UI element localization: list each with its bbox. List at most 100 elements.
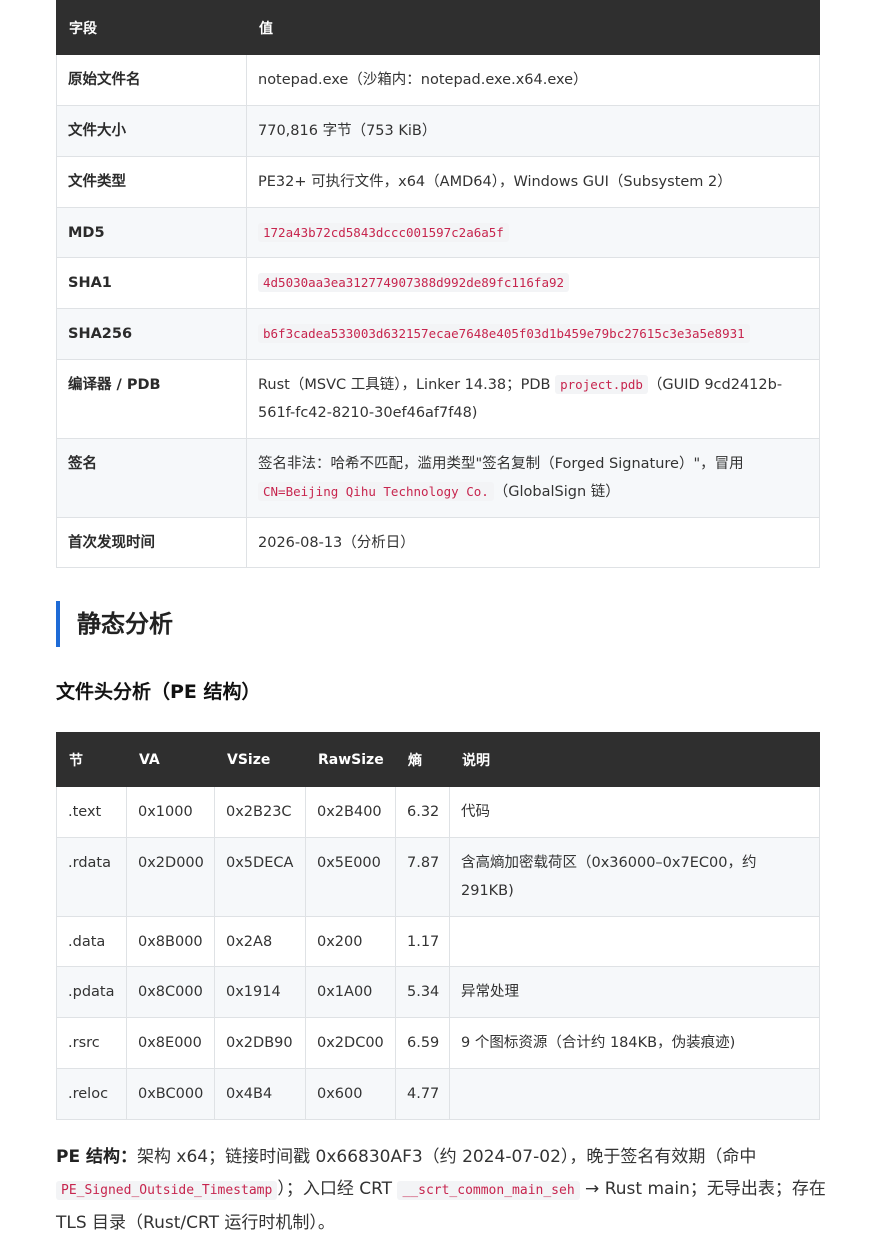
row-filesize: 文件大小 770,816 字节（753 KiB） <box>56 105 820 157</box>
pe-structure-paragraph: PE 结构：架构 x64；链接时间戳 0x66830AF3（约 2024-07-… <box>56 1141 826 1239</box>
section-description: 含高熵加密载荷区（0x36000–0x7EC00，约 291KB) <box>449 837 820 917</box>
section-rawsize: 0x200 <box>305 916 396 967</box>
table-row: .pdata 0x8C000 0x1914 0x1A00 5.34 异常处理 <box>56 966 820 1018</box>
key-sha1: SHA1 <box>56 257 247 309</box>
value-compiler: Rust（MSVC 工具链），Linker 14.38；PDB project.… <box>246 359 820 439</box>
section-name: .rsrc <box>56 1017 127 1069</box>
key-first-seen: 首次发现时间 <box>56 517 247 568</box>
pe-sections-table: 节 VA VSize RawSize 熵 说明 .text 0x1000 0x2… <box>56 732 820 1120</box>
section-rawsize: 0x600 <box>305 1068 396 1120</box>
row-sha1: SHA1 4d5030aa3ea312774907388d992de89fc11… <box>56 257 820 309</box>
file-info-section: 字段 值 原始文件名 notepad.exe（沙箱内：notepad.exe.x… <box>56 0 820 568</box>
column-header-section: 节 <box>56 732 127 787</box>
table-row: .text 0x1000 0x2B23C 0x2B400 6.32 代码 <box>56 786 820 838</box>
section-name: .data <box>56 916 127 967</box>
section-va: 0xBC000 <box>126 1068 215 1120</box>
signer-cn: CN=Beijing Qihu Technology Co. <box>258 482 494 501</box>
value-filesize: 770,816 字节（753 KiB） <box>246 105 820 157</box>
row-filename: 原始文件名 notepad.exe（沙箱内：notepad.exe.x64.ex… <box>56 54 820 106</box>
section-va: 0x8C000 <box>126 966 215 1018</box>
value-sha256: b6f3cadea533003d632157ecae7648e405f03d1b… <box>246 308 820 360</box>
column-header-field: 字段 <box>56 0 247 55</box>
row-signature: 签名 签名非法：哈希不匹配，滥用类型"签名复制（Forged Signature… <box>56 438 820 518</box>
section-entropy: 6.59 <box>395 1017 450 1069</box>
section-rawsize: 0x2B400 <box>305 786 396 838</box>
sections-header-row: 节 VA VSize RawSize 熵 说明 <box>56 732 820 787</box>
section-vsize: 0x1914 <box>214 966 306 1018</box>
key-filename: 原始文件名 <box>56 54 247 106</box>
row-first-seen: 首次发现时间 2026-08-13（分析日） <box>56 517 820 568</box>
section-description: 异常处理 <box>449 966 820 1018</box>
section-name: .reloc <box>56 1068 127 1120</box>
section-name: .pdata <box>56 966 127 1018</box>
value-sha1: 4d5030aa3ea312774907388d992de89fc116fa92 <box>246 257 820 309</box>
value-md5: 172a43b72cd5843dccc001597c2a6a5f <box>246 207 820 258</box>
column-header-value: 值 <box>246 0 820 55</box>
section-va: 0x8E000 <box>126 1017 215 1069</box>
yara-rule-code: PE_Signed_Outside_Timestamp <box>56 1181 278 1200</box>
pe-structure-text-2: ）；入口经 CRT <box>277 1179 398 1199</box>
sha1-hash: 4d5030aa3ea312774907388d992de89fc116fa92 <box>258 273 570 292</box>
pe-structure-colon: ： <box>120 1147 137 1167</box>
key-filetype: 文件类型 <box>56 156 247 208</box>
section-va: 0x2D000 <box>126 837 215 917</box>
key-filesize: 文件大小 <box>56 105 247 157</box>
signature-text: 签名非法：哈希不匹配，滥用类型"签名复制（Forged Signature）"，… <box>258 456 744 472</box>
row-md5: MD5 172a43b72cd5843dccc001597c2a6a5f <box>56 207 820 258</box>
key-signature: 签名 <box>56 438 247 518</box>
column-header-va: VA <box>126 732 215 787</box>
column-header-description: 说明 <box>449 732 820 787</box>
section-description: 9 个图标资源（合计约 184KB，伪装痕迹) <box>449 1017 820 1069</box>
section-vsize: 0x2A8 <box>214 916 306 967</box>
section-name: .text <box>56 786 127 838</box>
section-vsize: 0x5DECA <box>214 837 306 917</box>
section-vsize: 0x2B23C <box>214 786 306 838</box>
value-signature: 签名非法：哈希不匹配，滥用类型"签名复制（Forged Signature）"，… <box>246 438 820 518</box>
pdb-filename: project.pdb <box>555 375 648 394</box>
table-row: .data 0x8B000 0x2A8 0x200 1.17 <box>56 916 820 967</box>
column-header-entropy: 熵 <box>395 732 450 787</box>
table-row: .rsrc 0x8E000 0x2DB90 0x2DC00 6.59 9 个图标… <box>56 1017 820 1069</box>
section-rawsize: 0x1A00 <box>305 966 396 1018</box>
file-info-table: 字段 值 原始文件名 notepad.exe（沙箱内：notepad.exe.x… <box>56 0 820 568</box>
section-entropy: 7.87 <box>395 837 450 917</box>
compiler-text: Rust（MSVC 工具链），Linker 14.38；PDB <box>258 377 556 393</box>
signature-chain: （GlobalSign 链） <box>493 484 620 500</box>
section-va: 0x8B000 <box>126 916 215 967</box>
row-compiler: 编译器 / PDB Rust（MSVC 工具链），Linker 14.38；PD… <box>56 359 820 439</box>
key-sha256: SHA256 <box>56 308 247 360</box>
md5-hash: 172a43b72cd5843dccc001597c2a6a5f <box>258 222 509 242</box>
row-sha256: SHA256 b6f3cadea533003d632157ecae7648e40… <box>56 308 820 360</box>
sha256-hash: b6f3cadea533003d632157ecae7648e405f03d1b… <box>258 324 750 343</box>
table-row: .rdata 0x2D000 0x5DECA 0x5E000 7.87 含高熵加… <box>56 837 820 917</box>
section-heading: 静态分析 <box>56 601 356 647</box>
section-description <box>449 916 820 967</box>
section-entropy: 5.34 <box>395 966 450 1018</box>
key-md5: MD5 <box>56 207 247 258</box>
subsection-heading: 文件头分析（PE 结构） <box>56 681 261 703</box>
value-first-seen: 2026-08-13（分析日） <box>246 517 820 568</box>
value-filename: notepad.exe（沙箱内：notepad.exe.x64.exe） <box>246 54 820 106</box>
column-header-rawsize: RawSize <box>305 732 396 787</box>
section-rawsize: 0x2DC00 <box>305 1017 396 1069</box>
entry-function-code: __scrt_common_main_seh <box>397 1181 580 1200</box>
section-entropy: 4.77 <box>395 1068 450 1120</box>
section-name: .rdata <box>56 837 127 917</box>
key-compiler: 编译器 / PDB <box>56 359 247 439</box>
column-header-vsize: VSize <box>214 732 306 787</box>
file-info-header-row: 字段 值 <box>56 0 820 55</box>
section-description: 代码 <box>449 786 820 838</box>
section-description <box>449 1068 820 1120</box>
section-vsize: 0x4B4 <box>214 1068 306 1120</box>
table-row: .reloc 0xBC000 0x4B4 0x600 4.77 <box>56 1068 820 1120</box>
value-filetype: PE32+ 可执行文件，x64（AMD64），Windows GUI（Subsy… <box>246 156 820 208</box>
section-entropy: 1.17 <box>395 916 450 967</box>
row-filetype: 文件类型 PE32+ 可执行文件，x64（AMD64），Windows GUI（… <box>56 156 820 208</box>
section-rawsize: 0x5E000 <box>305 837 396 917</box>
section-vsize: 0x2DB90 <box>214 1017 306 1069</box>
section-entropy: 6.32 <box>395 786 450 838</box>
pe-structure-label: PE 结构 <box>56 1147 120 1167</box>
section-va: 0x1000 <box>126 786 215 838</box>
pe-structure-text-1: 架构 x64；链接时间戳 0x66830AF3（约 2024-07-02），晚于… <box>137 1147 757 1167</box>
pe-sections-section: 节 VA VSize RawSize 熵 说明 .text 0x1000 0x2… <box>56 732 820 1120</box>
